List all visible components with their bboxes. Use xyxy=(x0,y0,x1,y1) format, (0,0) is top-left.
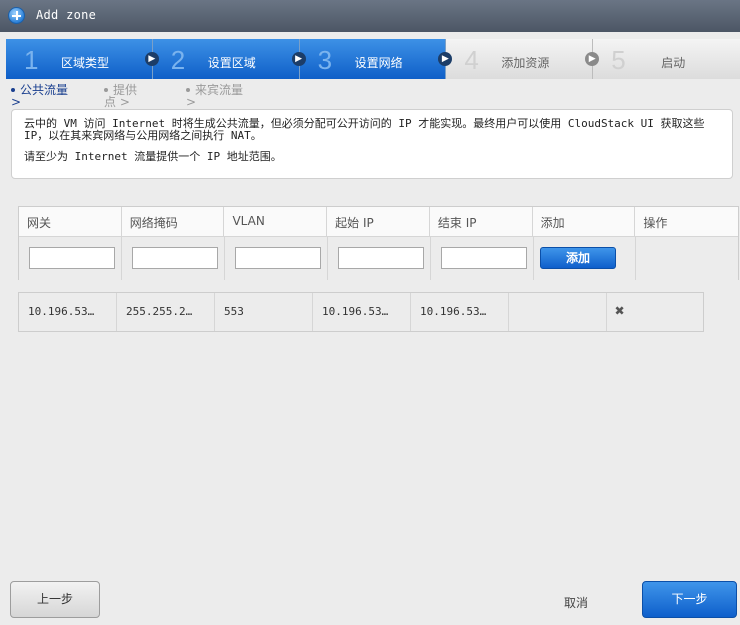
step-label: 设置网络 xyxy=(354,56,403,70)
header-gateway: 网关 xyxy=(19,207,122,237)
close-icon[interactable]: ✖ xyxy=(615,303,625,319)
header-actions: 操作 xyxy=(635,207,739,237)
start-ip-input[interactable] xyxy=(338,247,424,269)
cell-netmask xyxy=(122,237,225,280)
chevron-right-icon: ▶ xyxy=(291,52,306,66)
cell-actions xyxy=(635,237,738,280)
table-row: 10.196.53… 255.255.2… 553 10.196.53… 10.… xyxy=(18,292,704,332)
info-requirement: 请至少为 Internet 流量提供一个 IP 地址范围。 xyxy=(24,150,282,163)
subtab-label: 公共流量 xyxy=(20,83,69,97)
header-end-ip: 结束 IP xyxy=(429,207,533,237)
step-label: 区域类型 xyxy=(61,56,110,70)
row-add xyxy=(509,293,607,331)
chevron-right-icon: ▶ xyxy=(144,52,159,66)
info-description: 云中的 VM 访问 Internet 时将生成公共流量，但必须分配可公开访问的 … xyxy=(24,117,705,142)
step-label: 启动 xyxy=(661,56,686,70)
subtab-guest-traffic[interactable]: 来宾流量 > xyxy=(186,84,244,108)
row-start-ip: 10.196.53… xyxy=(313,293,411,331)
ip-range-form-table: 网关 网络掩码 VLAN 起始 IP 结束 IP 添加 操作 添加 xyxy=(18,206,739,280)
step-number: 5 xyxy=(611,45,626,75)
subtab-public-traffic[interactable]: 公共流量 > xyxy=(11,84,69,108)
add-button[interactable]: 添加 xyxy=(540,247,616,269)
step-launch[interactable]: 5 启动 xyxy=(593,39,740,79)
table-header-row: 网关 网络掩码 VLAN 起始 IP 结束 IP 添加 操作 xyxy=(19,207,739,237)
bullet-icon xyxy=(186,88,190,92)
step-label: 添加资源 xyxy=(501,56,550,70)
step-setup-zone[interactable]: 2 设置区域 ▶ xyxy=(152,39,306,79)
header-start-ip: 起始 IP xyxy=(327,207,430,237)
header-vlan: VLAN xyxy=(224,207,328,237)
step-label: 设置区域 xyxy=(207,56,256,70)
info-box: 云中的 VM 访问 Internet 时将生成公共流量，但必须分配可公开访问的 … xyxy=(11,109,733,179)
row-end-ip: 10.196.53… xyxy=(411,293,509,331)
window-title: Add zone xyxy=(36,8,97,22)
row-gateway: 10.196.53… xyxy=(19,293,117,331)
row-vlan: 553 xyxy=(215,293,313,331)
step-number: 1 xyxy=(24,45,39,75)
bullet-icon xyxy=(11,88,15,92)
cell-end-ip xyxy=(431,237,534,280)
cancel-link[interactable]: 取消 xyxy=(564,594,588,611)
cell-add: 添加 xyxy=(534,237,636,280)
subtab-label: 提供点 xyxy=(104,83,138,109)
vlan-input[interactable] xyxy=(235,247,321,269)
wizard-steps: 1 区域类型 ▶ 2 设置区域 ▶ 3 设置网络 ▶ 4 添加资源 ▶ 5 启动 xyxy=(6,39,740,79)
step-zone-type[interactable]: 1 区域类型 ▶ xyxy=(6,39,159,79)
bullet-icon xyxy=(104,88,108,92)
add-circle-icon xyxy=(8,7,25,24)
row-netmask: 255.255.2… xyxy=(117,293,215,331)
subtab-pod[interactable]: 提供点 > xyxy=(104,84,144,108)
step-number: 4 xyxy=(464,45,479,75)
cell-gateway xyxy=(19,237,122,280)
network-subtabs: 公共流量 > 提供点 > 来宾流量 > xyxy=(0,82,740,108)
header-add: 添加 xyxy=(532,207,636,237)
netmask-input[interactable] xyxy=(132,247,218,269)
step-setup-network[interactable]: 3 设置网络 ▶ xyxy=(299,39,453,79)
row-actions: ✖ xyxy=(607,293,703,331)
subtab-label: 来宾流量 xyxy=(195,83,244,97)
cell-start-ip xyxy=(328,237,431,280)
end-ip-input[interactable] xyxy=(441,247,527,269)
table-input-row: 添加 xyxy=(19,237,738,280)
cell-vlan xyxy=(225,237,328,280)
window-titlebar: Add zone xyxy=(0,0,740,32)
step-number: 3 xyxy=(317,45,333,75)
gateway-input[interactable] xyxy=(29,247,115,269)
step-add-resources[interactable]: 4 添加资源 ▶ xyxy=(446,39,600,79)
step-number: 2 xyxy=(170,45,186,75)
header-netmask: 网络掩码 xyxy=(121,207,225,237)
next-button[interactable]: 下一步 xyxy=(642,581,737,618)
previous-button[interactable]: 上一步 xyxy=(10,581,100,618)
